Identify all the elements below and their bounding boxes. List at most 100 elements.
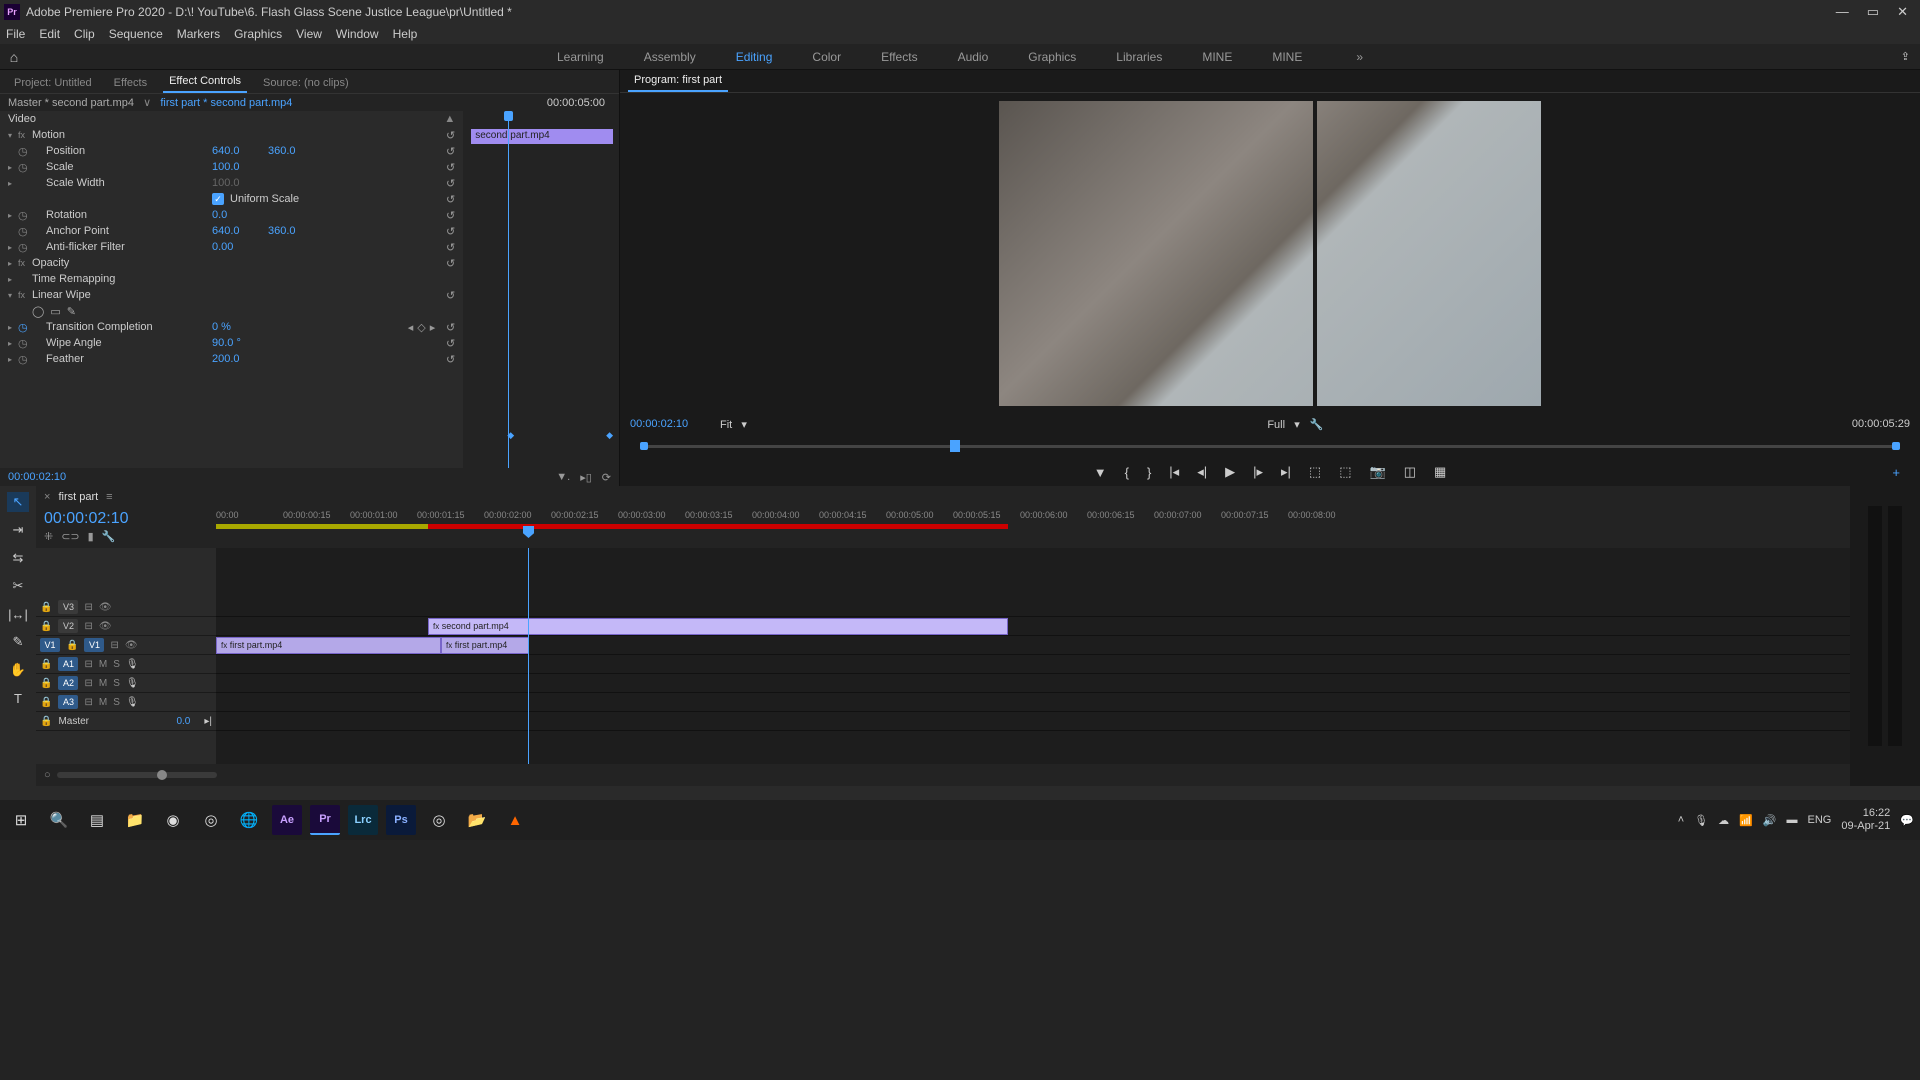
lane-a1[interactable] — [216, 655, 1850, 674]
sync-icon[interactable]: ⊟ — [84, 678, 92, 689]
ws-graphics[interactable]: Graphics — [1028, 50, 1076, 64]
ec-mini-timeline[interactable]: second part.mp4 ◆ ◆ — [463, 111, 619, 468]
reset-icon[interactable]: ↺ — [446, 177, 455, 190]
sync-icon[interactable]: ⊟ — [84, 621, 92, 632]
reset-icon[interactable]: ↺ — [446, 145, 455, 158]
search-icon[interactable]: 🔍 — [44, 805, 74, 835]
step-back-icon[interactable]: ◂| — [1197, 464, 1207, 480]
solo-icon[interactable]: S — [113, 697, 120, 708]
type-tool-icon[interactable]: T — [7, 688, 29, 708]
lightroom-icon[interactable]: Lrc — [348, 805, 378, 835]
track-header-v1[interactable]: V1🔒V1⊟👁 — [36, 636, 216, 655]
close-icon[interactable]: ✕ — [1897, 4, 1908, 20]
rect-mask-icon[interactable]: ▭ — [50, 305, 60, 318]
lane-v2[interactable]: fx second part.mp4 — [216, 617, 1850, 636]
chrome-icon[interactable]: 🌐 — [234, 805, 264, 835]
mute-icon[interactable]: M — [99, 659, 107, 670]
zoom-fit-dropdown[interactable]: Fit ▾ — [720, 418, 747, 431]
mute-icon[interactable]: M — [99, 678, 107, 689]
tab-effects[interactable]: Effects — [108, 73, 153, 93]
lock-icon[interactable]: 🔒 — [40, 621, 52, 632]
play-icon[interactable]: ▶ — [1225, 464, 1235, 480]
stopwatch-on-icon[interactable]: ◷ — [18, 321, 32, 334]
stopwatch-icon[interactable]: ◷ — [18, 337, 32, 350]
ec-mini-playhead[interactable] — [508, 111, 509, 468]
tab-program[interactable]: Program: first part — [628, 70, 728, 92]
loop-icon[interactable]: ⟳ — [602, 471, 611, 484]
ws-effects[interactable]: Effects — [881, 50, 917, 64]
voice-icon[interactable]: 🎙 — [126, 697, 139, 708]
volume-icon[interactable]: 🔊 — [1763, 814, 1777, 827]
keyframe-icon[interactable]: ◆ — [606, 430, 613, 441]
menu-sequence[interactable]: Sequence — [109, 27, 163, 41]
marker-icon[interactable]: ▮ — [88, 530, 94, 543]
pos-y[interactable]: 360.0 — [268, 145, 324, 157]
sync-icon[interactable]: ⊟ — [84, 602, 92, 613]
clip-second-part[interactable]: fx second part.mp4 — [428, 618, 1008, 635]
eye-icon[interactable]: 👁 — [99, 602, 112, 613]
tab-effect-controls[interactable]: Effect Controls — [163, 71, 247, 93]
voice-icon[interactable]: 🎙 — [126, 678, 139, 689]
mark-in-icon[interactable]: { — [1125, 465, 1129, 480]
eye-icon[interactable]: 👁 — [125, 640, 138, 651]
stopwatch-icon[interactable]: ◷ — [18, 209, 32, 222]
track-header-a3[interactable]: 🔒A3⊟MS🎙 — [36, 693, 216, 712]
ws-color[interactable]: Color — [812, 50, 841, 64]
hand-tool-icon[interactable]: ✋ — [7, 660, 29, 680]
sync-icon[interactable]: ⊟ — [84, 697, 92, 708]
menu-markers[interactable]: Markers — [177, 27, 220, 41]
stopwatch-icon[interactable]: ◷ — [18, 225, 32, 238]
ec-clip-link[interactable]: first part * second part.mp4 — [160, 97, 292, 109]
slip-tool-icon[interactable]: |↔| — [7, 604, 29, 624]
scrub-end-icon[interactable] — [1892, 442, 1900, 450]
app-icon[interactable]: ◎ — [196, 805, 226, 835]
kf-add-icon[interactable]: ◇ — [417, 321, 425, 334]
track-lanes[interactable]: fx second part.mp4 fx first part.mp4 fx … — [216, 548, 1850, 764]
menu-graphics[interactable]: Graphics — [234, 27, 282, 41]
reset-icon[interactable]: ↺ — [446, 161, 455, 174]
menu-clip[interactable]: Clip — [74, 27, 95, 41]
panel-menu-icon[interactable]: ≡ — [106, 491, 112, 503]
program-scrubber[interactable] — [630, 438, 1910, 454]
ripple-tool-icon[interactable]: ⇆ — [7, 548, 29, 568]
reset-icon[interactable]: ↺ — [446, 353, 455, 366]
ws-overflow-icon[interactable]: » — [1356, 50, 1363, 64]
timeline-zoom[interactable]: ○ — [36, 764, 1850, 786]
start-icon[interactable]: ⊞ — [6, 805, 36, 835]
button-editor-icon[interactable]: + — [1892, 465, 1900, 480]
lock-icon[interactable]: 🔒 — [40, 602, 52, 613]
eye-icon[interactable]: 👁 — [99, 621, 112, 632]
lock-icon[interactable]: 🔒 — [66, 640, 78, 651]
menu-edit[interactable]: Edit — [39, 27, 60, 41]
track-select-tool-icon[interactable]: ⇥ — [7, 520, 29, 540]
folder-icon[interactable]: 📂 — [462, 805, 492, 835]
safe-margins-icon[interactable]: ▦ — [1434, 464, 1446, 480]
ec-mini-clip[interactable]: second part.mp4 — [471, 129, 613, 144]
minimize-icon[interactable]: — — [1836, 4, 1849, 20]
timeline-close-icon[interactable]: × — [44, 491, 50, 503]
ws-mine1[interactable]: MINE — [1202, 50, 1232, 64]
ws-libraries[interactable]: Libraries — [1116, 50, 1162, 64]
lock-icon[interactable]: 🔒 — [40, 659, 52, 670]
vlc-icon[interactable]: ▲ — [500, 805, 530, 835]
stopwatch-icon[interactable]: ◷ — [18, 353, 32, 366]
playonly-icon[interactable]: ▸▯ — [580, 471, 592, 484]
taskview-icon[interactable]: ▤ — [82, 805, 112, 835]
lang-indicator[interactable]: ENG — [1808, 814, 1832, 826]
maximize-icon[interactable]: ▭ — [1867, 4, 1879, 20]
aftereffects-icon[interactable]: Ae — [272, 805, 302, 835]
sync-icon[interactable]: ⊟ — [110, 640, 118, 651]
home-icon[interactable]: ⌂ — [0, 44, 28, 69]
lock-icon[interactable]: 🔒 — [40, 716, 52, 727]
filter-icon[interactable]: ▼. — [556, 471, 570, 484]
goto-out-icon[interactable]: ▸| — [1281, 464, 1291, 480]
anchor-y[interactable]: 360.0 — [268, 225, 324, 237]
battery-icon[interactable]: ▬ — [1787, 814, 1798, 826]
row-opacity[interactable]: ▸fxOpacity↺ — [0, 255, 463, 271]
scrub-playhead[interactable] — [950, 440, 960, 452]
program-monitor[interactable] — [620, 93, 1920, 414]
premiere-icon[interactable]: Pr — [310, 805, 340, 835]
timeline-playhead[interactable] — [528, 548, 529, 764]
clip-first-part-b[interactable]: fx first part.mp4 — [441, 637, 529, 654]
lock-icon[interactable]: 🔒 — [40, 697, 52, 708]
